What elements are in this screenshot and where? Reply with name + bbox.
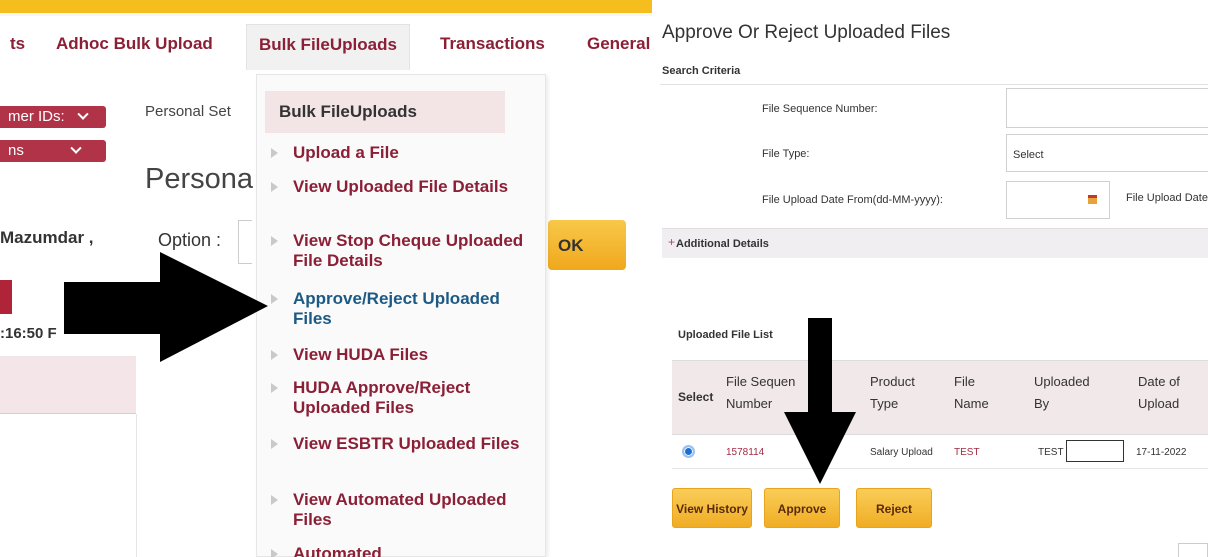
ok-button[interactable]: OK — [548, 220, 626, 270]
menu-item-approve-reject[interactable]: Approve/Reject Uploaded Files — [271, 289, 541, 329]
nav-item-transactions[interactable]: Transactions — [440, 34, 545, 54]
personal-settings-link[interactable]: Personal Set — [145, 103, 231, 120]
product-type-cell: Salary Upload — [870, 447, 933, 458]
nav-item-bulk-fileuploads[interactable]: Bulk FileUploads — [246, 24, 410, 70]
additional-details-label: Additional Details — [676, 238, 769, 250]
uploaded-by-cell: TEST — [1038, 447, 1064, 458]
additional-details-toggle[interactable]: + Additional Details — [662, 228, 1208, 258]
search-criteria-label: Search Criteria — [662, 65, 741, 77]
options-label: ns — [8, 142, 24, 159]
file-sequence-number-label: File Sequence Number: — [762, 103, 878, 115]
customer-ids-dropdown[interactable]: mer IDs: — [0, 106, 106, 128]
triangle-bullet-icon — [271, 294, 278, 304]
triangle-bullet-icon — [271, 549, 278, 557]
red-status-tab — [0, 280, 12, 314]
left-screenshot-panel: ts Adhoc Bulk Upload Bulk FileUploads Tr… — [0, 0, 652, 557]
menu-item-view-esbtr[interactable]: View ESBTR Uploaded Files — [271, 434, 541, 454]
menu-item-view-automated[interactable]: View Automated Uploaded Files — [271, 490, 541, 530]
login-time-text: :16:50 F — [0, 325, 57, 342]
chevron-down-icon — [77, 108, 89, 120]
options-dropdown[interactable]: ns — [0, 140, 106, 162]
menu-item-upload-a-file[interactable]: Upload a File — [271, 143, 541, 163]
page-title: Persona — [145, 163, 254, 195]
option-label: Option : — [158, 230, 222, 250]
approve-button[interactable]: Approve — [764, 488, 840, 528]
sidebar-divider — [136, 414, 137, 557]
menu-item-view-stop-cheque[interactable]: View Stop Cheque Uploaded File Details — [271, 231, 541, 271]
triangle-bullet-icon — [271, 350, 278, 360]
column-header-date-of-upload: Date of Upload — [1138, 374, 1180, 411]
triangle-bullet-icon — [271, 383, 278, 393]
menu-item-automated[interactable]: Automated — [271, 544, 541, 557]
customer-ids-label: mer IDs: — [8, 108, 65, 125]
menu-item-view-huda-files[interactable]: View HUDA Files — [271, 345, 541, 365]
annotation-arrow-right-icon — [64, 252, 268, 362]
file-type-label: File Type: — [762, 148, 810, 160]
upload-date-from-label: File Upload Date From(dd-MM-yyyy): — [762, 194, 943, 206]
nav-item-accounts[interactable]: ts — [10, 34, 25, 54]
triangle-bullet-icon — [271, 148, 278, 158]
page-title: Approve Or Reject Uploaded Files — [662, 22, 951, 43]
file-sequence-link[interactable]: 1578114 — [726, 447, 764, 458]
triangle-bullet-icon — [271, 439, 278, 449]
pagination-box[interactable] — [1178, 543, 1208, 557]
top-brand-strip — [0, 0, 652, 16]
user-name: Mazumdar , — [0, 228, 94, 247]
date-of-upload-cell: 17-11-2022 — [1136, 447, 1187, 458]
column-header-uploaded-by: Uploaded By — [1034, 374, 1090, 411]
column-header-file-name: File Name — [954, 374, 989, 411]
nav-item-adhoc-bulk-upload[interactable]: Adhoc Bulk Upload — [56, 34, 213, 54]
menu-title: Bulk FileUploads — [265, 91, 505, 133]
brand-yellow-bar — [0, 0, 652, 13]
file-name-link[interactable]: TEST — [954, 447, 980, 458]
annotation-arrow-down-icon — [784, 318, 856, 484]
file-sequence-number-input[interactable] — [1006, 88, 1208, 128]
column-header-select: Select — [678, 390, 714, 404]
triangle-bullet-icon — [271, 236, 278, 246]
right-screenshot-panel: Approve Or Reject Uploaded Files Search … — [652, 0, 1208, 557]
view-history-button[interactable]: View History — [672, 488, 752, 528]
reject-button[interactable]: Reject — [856, 488, 932, 528]
upload-date-to-label: File Upload Date — [1126, 192, 1208, 204]
triangle-bullet-icon — [271, 495, 278, 505]
file-type-select[interactable]: Select — [1006, 134, 1208, 172]
plus-icon: + — [668, 235, 676, 249]
bulk-fileuploads-menu: Bulk FileUploads Upload a File View Uplo… — [256, 74, 546, 557]
triangle-bullet-icon — [271, 182, 278, 192]
redaction-box — [1066, 440, 1124, 462]
main-nav-bar: ts Adhoc Bulk Upload Bulk FileUploads Tr… — [0, 24, 652, 74]
chevron-down-icon — [70, 142, 82, 154]
divider — [660, 84, 1208, 85]
nav-item-general[interactable]: General — [587, 34, 650, 54]
row-select-radio[interactable] — [682, 445, 695, 458]
uploaded-file-list-title: Uploaded File List — [678, 329, 773, 341]
column-header-product-type: Product Type — [870, 374, 915, 411]
menu-item-view-uploaded-file-details[interactable]: View Uploaded File Details — [271, 177, 541, 197]
calendar-icon[interactable] — [1088, 195, 1097, 204]
menu-item-huda-approve-reject[interactable]: HUDA Approve/Reject Uploaded Files — [271, 378, 541, 418]
